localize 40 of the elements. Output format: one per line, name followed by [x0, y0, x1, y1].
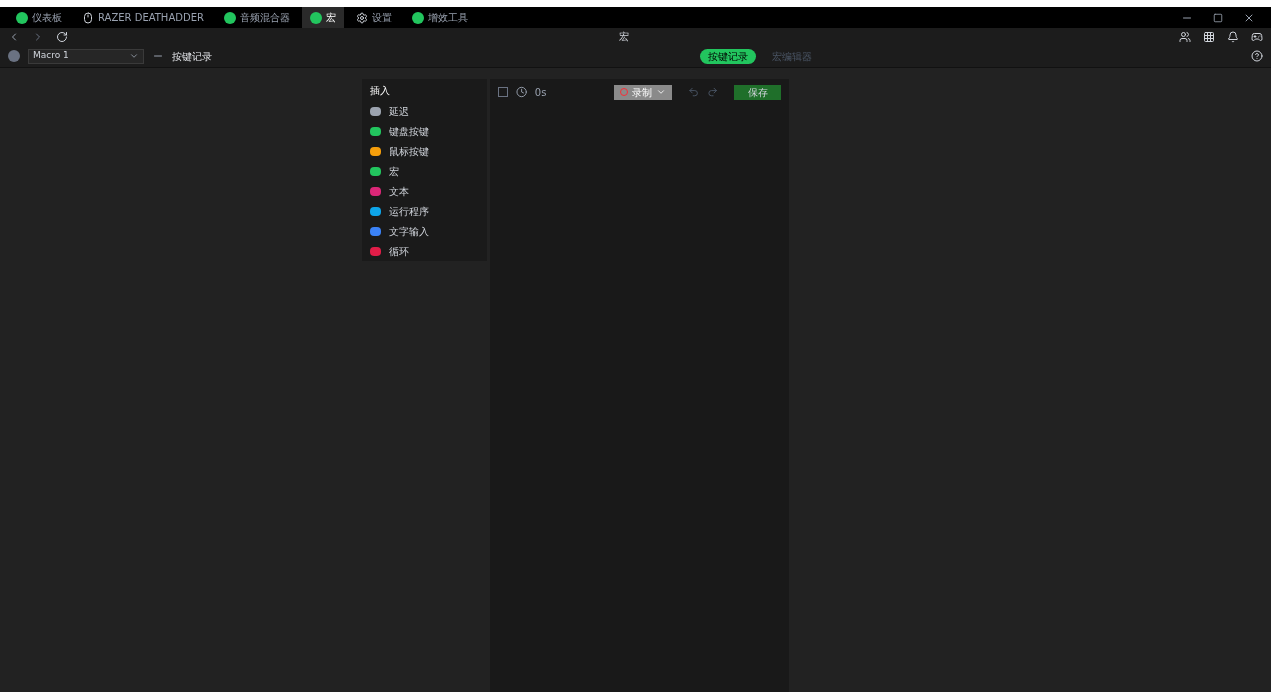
logo-icon — [16, 11, 28, 24]
nav-tab[interactable]: 宏 — [301, 7, 344, 28]
nav-tab[interactable]: 音频混合器 — [215, 7, 298, 28]
checkbox[interactable] — [498, 87, 508, 97]
page-title: 宏 — [618, 30, 629, 44]
logo-icon — [411, 11, 424, 24]
maximize-icon[interactable] — [1213, 12, 1223, 23]
insert-item[interactable]: 延迟 — [370, 104, 479, 118]
dropdown-icon — [129, 51, 139, 61]
users-icon[interactable] — [1179, 30, 1191, 43]
delay-text: 0s — [534, 85, 547, 100]
mouse-icon — [82, 11, 94, 24]
insert-item[interactable]: 运行程序 — [370, 204, 479, 218]
nav-tab[interactable]: 仪表板 — [8, 7, 70, 28]
panel-title: 插入 — [370, 84, 391, 98]
macro-action-button[interactable]: 按键记录 — [172, 48, 212, 64]
undo-icon[interactable] — [687, 86, 699, 98]
settings-icon — [355, 11, 368, 24]
nav-tab[interactable]: RAZER DEATHADDER — [74, 7, 212, 28]
redo-icon[interactable] — [706, 86, 719, 98]
refresh-icon[interactable] — [56, 30, 68, 43]
macro-select[interactable]: Macro 1 — [28, 48, 144, 64]
caret-icon — [655, 87, 666, 97]
insert-item[interactable]: 鼠标按键 — [370, 144, 479, 158]
insert-item[interactable]: 键盘按键 — [370, 124, 479, 138]
insert-item[interactable]: 文字输入 — [370, 224, 479, 238]
logo-icon — [309, 11, 322, 24]
save-button[interactable]: 保存 — [734, 84, 781, 100]
gamepad-icon[interactable] — [1251, 30, 1263, 43]
insert-item[interactable]: 文本 — [370, 184, 479, 198]
bell-icon[interactable] — [1227, 30, 1239, 43]
mode-toggle[interactable]: 按键记录 — [700, 48, 756, 64]
help-icon[interactable] — [1251, 50, 1263, 62]
logo-icon — [223, 11, 236, 24]
insert-item[interactable]: 循环 — [370, 244, 479, 258]
insert-item[interactable]: 宏 — [370, 164, 479, 178]
nav-tab[interactable]: 增效工具 — [403, 7, 476, 28]
nav-tab[interactable]: 设置 — [347, 7, 400, 28]
grid-icon[interactable] — [1203, 30, 1215, 43]
clock-icon — [515, 86, 527, 98]
